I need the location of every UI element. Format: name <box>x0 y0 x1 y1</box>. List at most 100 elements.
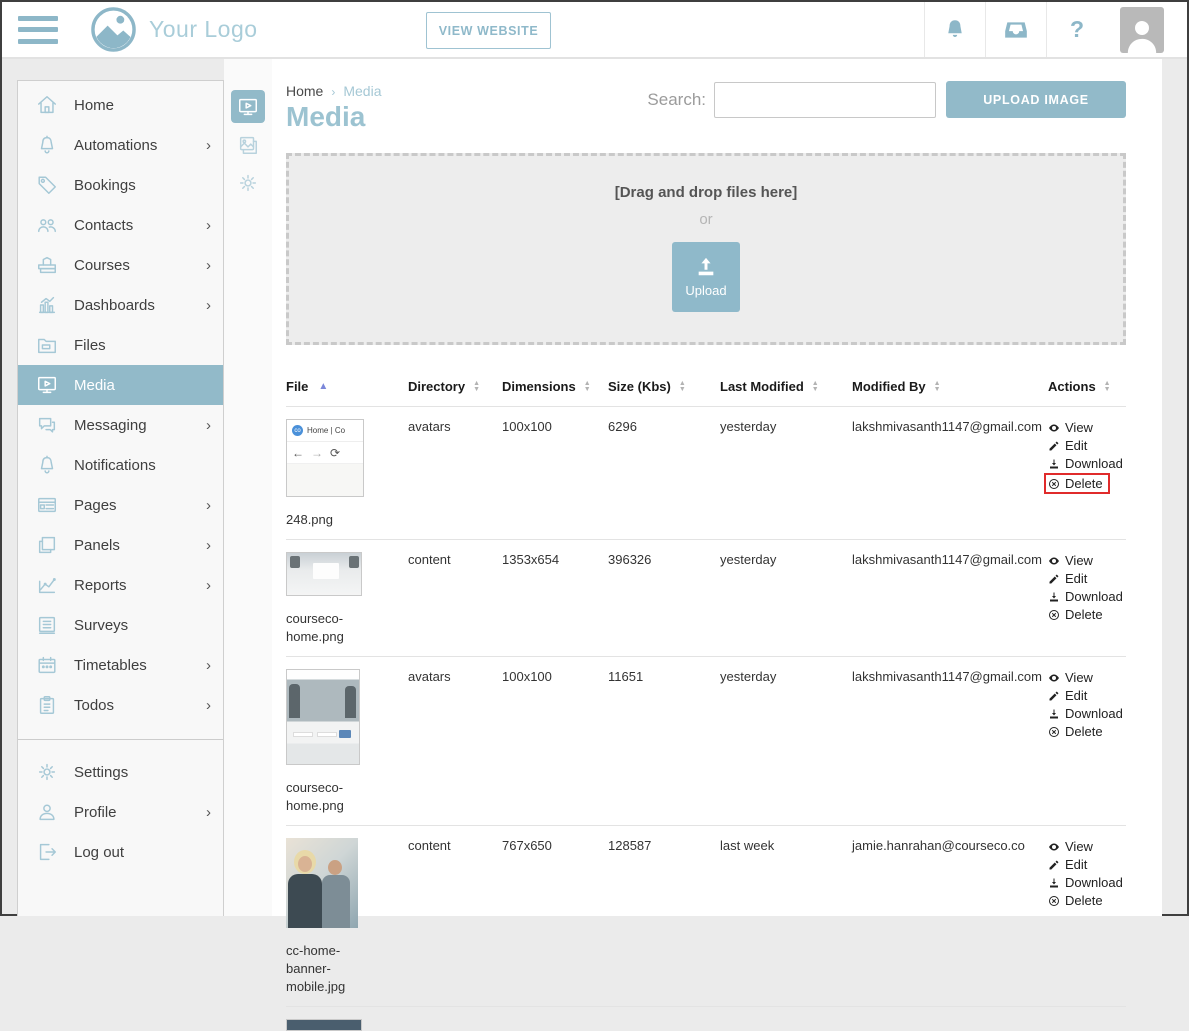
dimensions-cell: 100x100 <box>502 419 608 529</box>
file-cell: courseco-home.png <box>286 552 408 646</box>
sidebar-item-notifications[interactable]: Notifications <box>18 445 223 485</box>
action-label: View <box>1065 419 1093 436</box>
sidebar-item-messaging[interactable]: Messaging› <box>18 405 223 445</box>
file-thumbnail-browser-screenshot[interactable]: coHome | Co ←→⟳ <box>286 419 364 497</box>
last-modified-cell: yesterday <box>720 669 852 815</box>
sidebar-item-bookings[interactable]: Bookings <box>18 165 223 205</box>
logout-icon <box>36 841 58 863</box>
sidebar-item-label: Files <box>74 337 106 354</box>
column-header-directory[interactable]: Directory▲▼ <box>408 379 502 394</box>
sidebar-item-pages[interactable]: Pages› <box>18 485 223 525</box>
file-thumbnail-photo[interactable] <box>286 838 358 928</box>
file-thumbnail[interactable] <box>286 1019 362 1031</box>
question-mark-icon: ? <box>1070 16 1084 43</box>
inbox-button[interactable] <box>985 2 1046 57</box>
help-button[interactable]: ? <box>1046 2 1107 57</box>
download-action[interactable]: Download <box>1048 455 1126 472</box>
sidebar-item-log-out[interactable]: Log out <box>18 832 223 872</box>
download-action[interactable]: Download <box>1048 874 1126 891</box>
mini-sidebar-monitor-play-icon[interactable] <box>231 90 265 123</box>
view-action[interactable]: View <box>1048 669 1126 686</box>
edit-action[interactable]: Edit <box>1048 570 1126 587</box>
sidebar-item-label: Automations <box>74 137 157 154</box>
download-action[interactable]: Download <box>1048 588 1126 605</box>
edit-action[interactable]: Edit <box>1048 437 1126 454</box>
hamburger-menu-icon[interactable] <box>18 16 58 44</box>
file-thumbnail-website-screenshot[interactable] <box>286 552 362 596</box>
chevron-right-icon: › <box>206 257 211 274</box>
sidebar-item-home[interactable]: Home <box>18 85 223 125</box>
column-header-last-modified[interactable]: Last Modified▲▼ <box>720 379 852 394</box>
chevron-right-icon: › <box>206 577 211 594</box>
mini-sidebar <box>224 59 272 916</box>
file-cell: courseco-home.png <box>286 669 408 815</box>
logo[interactable]: Your Logo <box>90 6 258 53</box>
sidebar-item-dashboards[interactable]: Dashboards› <box>18 285 223 325</box>
download-action[interactable]: Download <box>1048 705 1126 722</box>
dimensions-cell: 1353x654 <box>502 552 608 646</box>
file-cell: cc-home-banner-mobile.jpg <box>286 838 408 996</box>
view-action[interactable]: View <box>1048 419 1126 436</box>
column-header-file[interactable]: File▲ <box>286 379 408 394</box>
sidebar-item-label: Courses <box>74 257 130 274</box>
person-icon <box>36 801 58 823</box>
delete-circle-icon <box>1048 478 1060 490</box>
directory-cell: avatars <box>408 419 502 529</box>
delete-action[interactable]: Delete <box>1048 892 1126 909</box>
chevron-right-icon: › <box>206 297 211 314</box>
sidebar-item-label: Messaging <box>74 417 147 434</box>
user-avatar[interactable] <box>1107 2 1177 57</box>
bar-chart-icon <box>36 294 58 316</box>
books-icon <box>36 254 58 276</box>
column-header-modified-by[interactable]: Modified By▲▼ <box>852 379 1048 394</box>
modified-by-cell: lakshmivasanth1147@gmail.com <box>852 419 1048 529</box>
view-website-button[interactable]: VIEW WEBSITE <box>426 12 551 49</box>
sidebar-item-label: Pages <box>74 497 117 514</box>
modified-by-cell: jamie.hanrahan@courseco.co <box>852 838 1048 996</box>
view-action[interactable]: View <box>1048 552 1126 569</box>
delete-action[interactable]: Delete <box>1048 723 1126 740</box>
breadcrumb-home[interactable]: Home <box>286 83 323 99</box>
edit-action[interactable]: Edit <box>1048 856 1126 873</box>
column-header-dimensions[interactable]: Dimensions▲▼ <box>502 379 608 394</box>
column-header-size-kbs-[interactable]: Size (Kbs)▲▼ <box>608 379 720 394</box>
sidebar-item-label: Notifications <box>74 457 156 474</box>
file-thumbnail-website-screenshot[interactable] <box>286 669 360 765</box>
sidebar-item-automations[interactable]: Automations› <box>18 125 223 165</box>
sidebar-item-panels[interactable]: Panels› <box>18 525 223 565</box>
action-label: Download <box>1065 455 1123 472</box>
drag-drop-zone[interactable]: [Drag and drop files here] or Upload <box>286 153 1126 345</box>
header-actions: ? <box>924 2 1177 57</box>
sidebar-item-media[interactable]: Media <box>18 365 223 405</box>
main-panel: Home›Media Media Search: UPLOAD IMAGE [D… <box>272 59 1162 916</box>
sidebar-item-files[interactable]: Files <box>18 325 223 365</box>
dimensions-cell: 100x100 <box>502 669 608 815</box>
search-input[interactable] <box>714 82 936 118</box>
tag-icon <box>36 174 58 196</box>
directory-cell: avatars <box>408 669 502 815</box>
sidebar-item-courses[interactable]: Courses › <box>18 245 223 285</box>
sidebar-item-label: Panels <box>74 537 120 554</box>
action-label: Delete <box>1065 723 1103 740</box>
directory-cell: content <box>408 838 502 996</box>
sidebar-item-contacts[interactable]: Contacts› <box>18 205 223 245</box>
edit-action[interactable]: Edit <box>1048 687 1126 704</box>
chat-icon <box>36 414 58 436</box>
sidebar-item-timetables[interactable]: Timetables› <box>18 645 223 685</box>
upload-image-button[interactable]: UPLOAD IMAGE <box>946 81 1126 118</box>
notifications-bell-button[interactable] <box>924 2 985 57</box>
mini-sidebar-gear-icon[interactable] <box>231 166 265 199</box>
view-action[interactable]: View <box>1048 838 1126 855</box>
sidebar-item-profile[interactable]: Profile› <box>18 792 223 832</box>
sidebar-item-label: Settings <box>74 764 128 781</box>
delete-action[interactable]: Delete <box>1044 473 1110 494</box>
mini-sidebar-images-icon[interactable] <box>231 128 265 161</box>
column-header-actions[interactable]: Actions▲▼ <box>1048 379 1126 394</box>
delete-action[interactable]: Delete <box>1048 606 1126 623</box>
upload-button[interactable]: Upload <box>672 242 740 312</box>
actions-cell: View Edit Download Delete <box>1048 669 1126 815</box>
sidebar-item-todos[interactable]: Todos› <box>18 685 223 725</box>
sidebar-item-reports[interactable]: Reports› <box>18 565 223 605</box>
sidebar-item-surveys[interactable]: Surveys <box>18 605 223 645</box>
sidebar-item-settings[interactable]: Settings <box>18 752 223 792</box>
